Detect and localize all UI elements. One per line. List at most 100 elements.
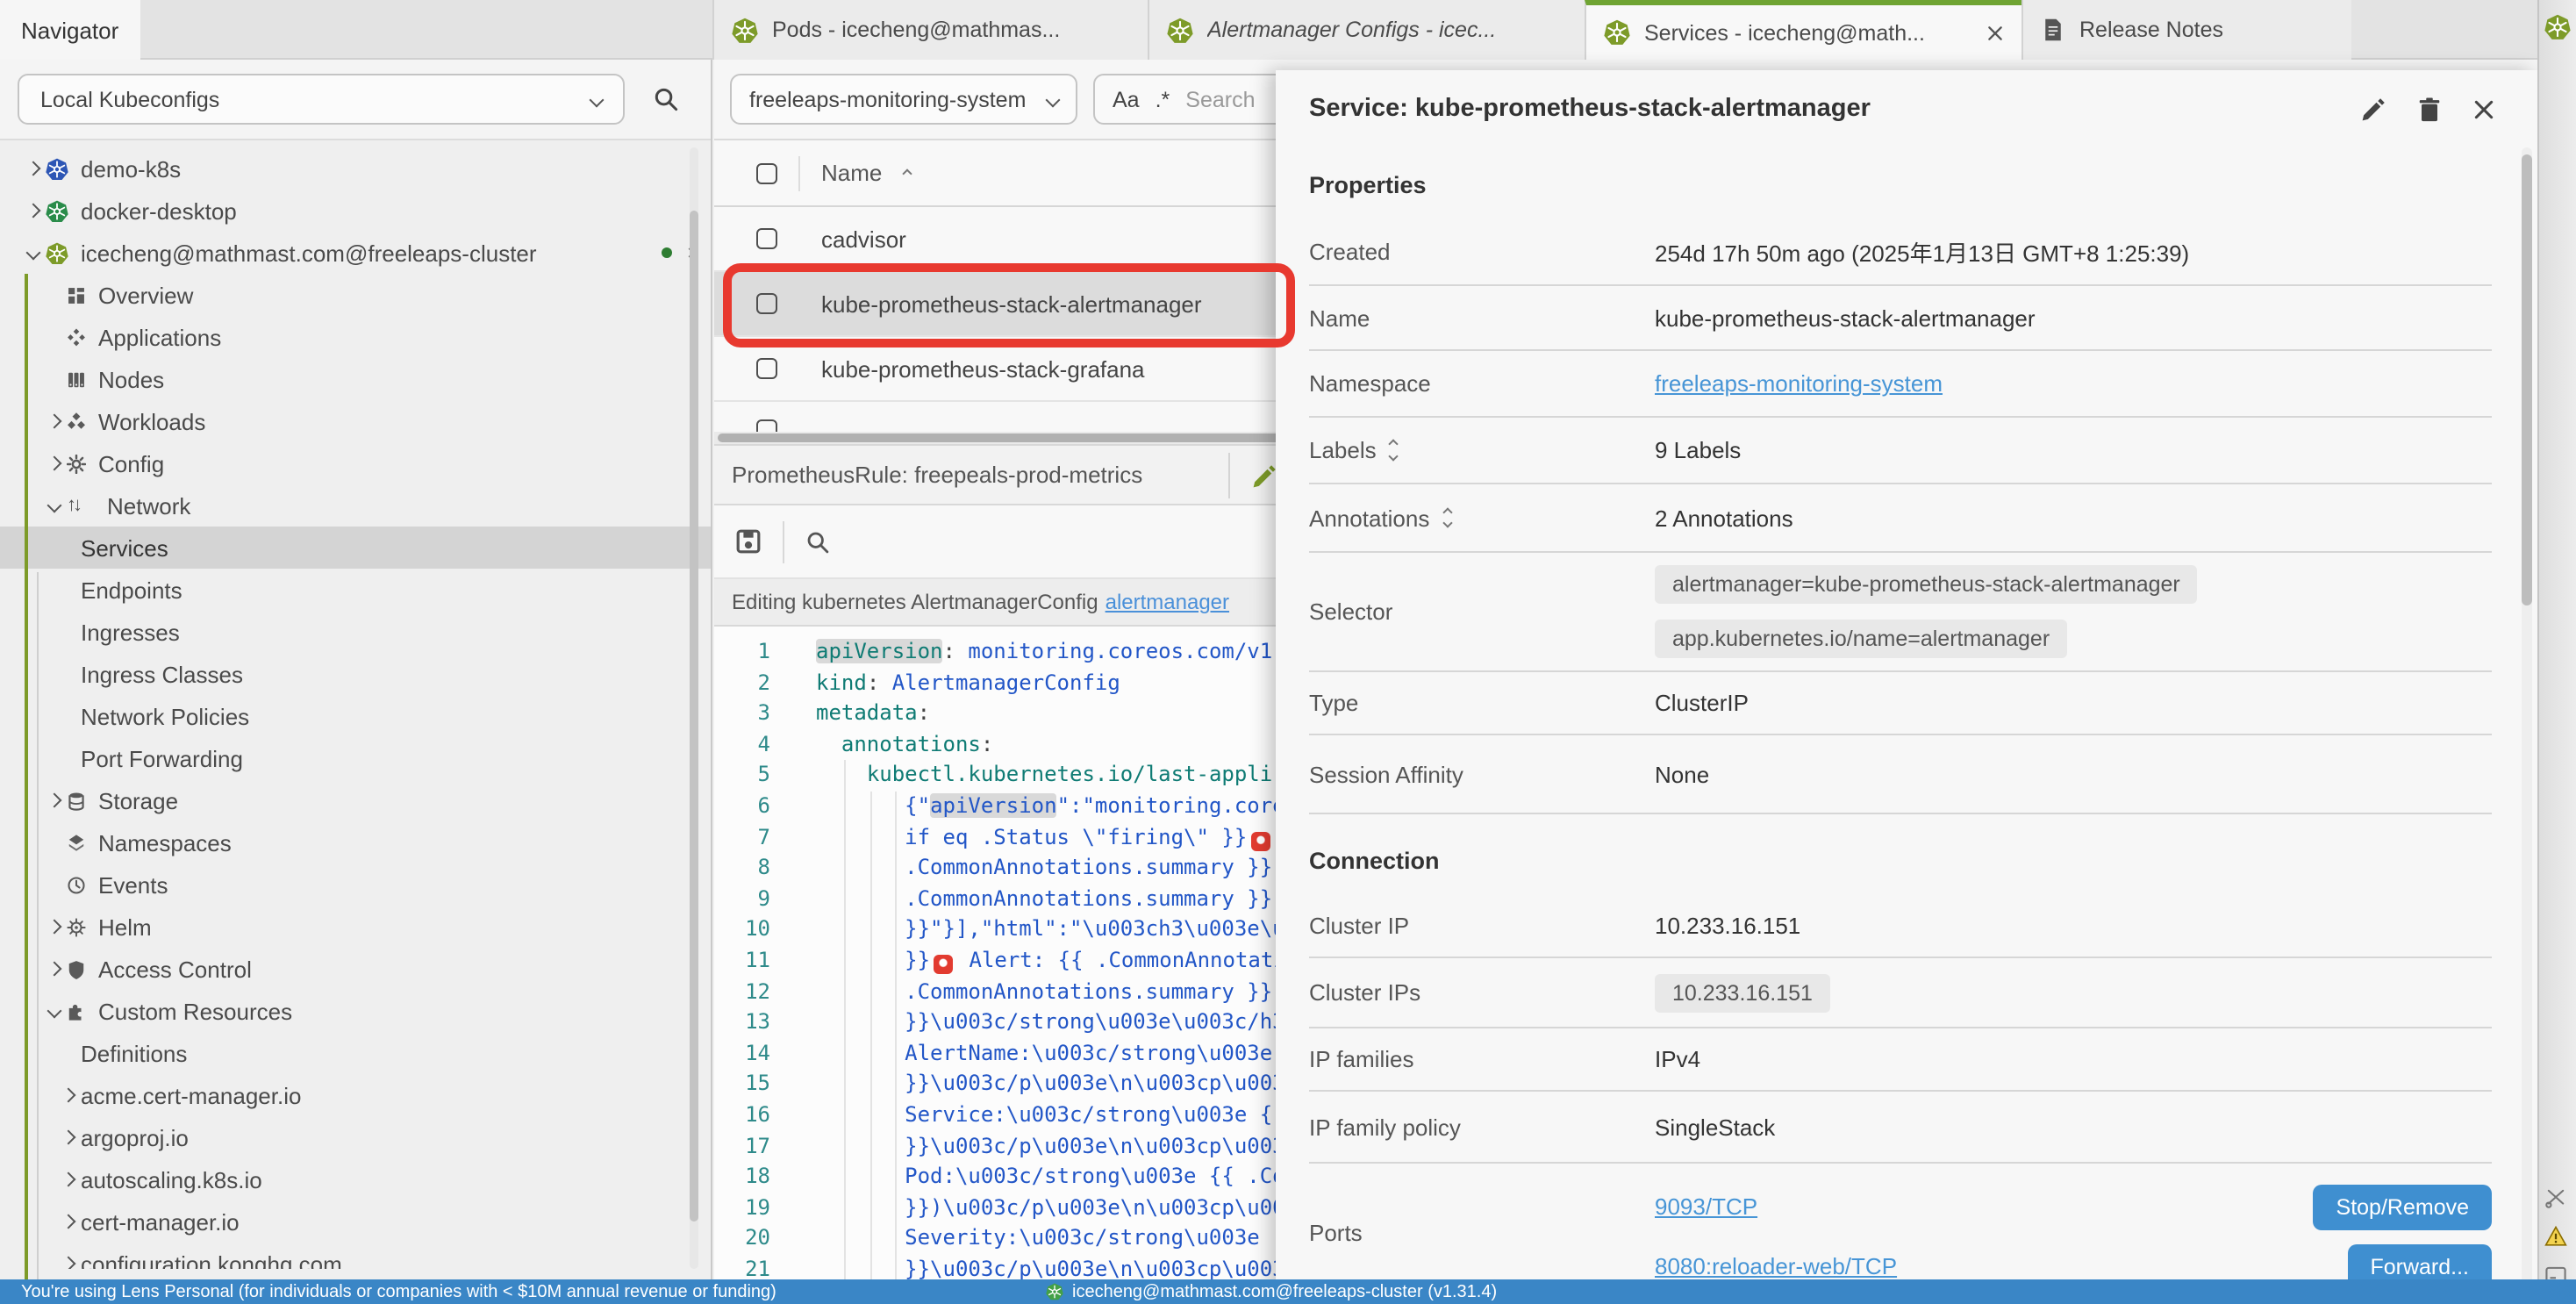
sidebar-item-namespaces[interactable]: Namespaces xyxy=(0,821,711,863)
tree-item-label: Network xyxy=(107,492,190,519)
chevron-right-icon[interactable] xyxy=(61,1130,76,1145)
chevron-right-icon[interactable] xyxy=(47,456,62,471)
chevron-right-icon[interactable] xyxy=(26,204,41,219)
row-checkbox[interactable] xyxy=(756,358,777,379)
kubeconfig-selector[interactable]: Local Kubeconfigs xyxy=(18,74,625,125)
chevron-right-icon[interactable] xyxy=(61,1172,76,1187)
lens-app-window: Navigator Pods - icecheng@mathmas... Aler… xyxy=(0,0,2576,1304)
sidebar-item-config[interactable]: Config xyxy=(0,442,711,484)
sidebar-item-argoproj-io[interactable]: argoproj.io xyxy=(0,1116,711,1158)
search-icon[interactable] xyxy=(805,529,830,554)
sidebar-item-docker-desktop[interactable]: docker-desktop xyxy=(0,190,711,232)
chevron-right-icon[interactable] xyxy=(61,1088,76,1103)
chevron-right-icon[interactable] xyxy=(61,1214,76,1229)
sidebar-item-network-policies[interactable]: Network Policies xyxy=(0,695,711,737)
sidebar-item-configuration-konghq-com[interactable]: configuration.konghq.com xyxy=(0,1243,711,1269)
navigator-label: Navigator xyxy=(21,17,118,43)
tree-item-label: Events xyxy=(98,871,168,898)
regex-icon[interactable]: .* xyxy=(1156,87,1170,111)
editor-tab[interactable]: Alertmanager Configs - icec... xyxy=(1148,0,1585,60)
chevron-right-icon[interactable] xyxy=(47,793,62,808)
sidebar-item-acme-cert-manager-io[interactable]: acme.cert-manager.io xyxy=(0,1074,711,1116)
delete-icon[interactable] xyxy=(2416,96,2443,122)
panel-title: Service: kube-prometheus-stack-alertmana… xyxy=(1309,95,1871,123)
namespace-selector[interactable]: freeleaps-monitoring-system xyxy=(730,74,1077,125)
navigator-panel-tab[interactable]: Navigator xyxy=(0,0,140,60)
indent-guide xyxy=(895,792,897,1286)
chevron-down-icon[interactable] xyxy=(47,1004,62,1019)
property-value: 10.233.16.151 xyxy=(1655,913,1800,939)
sidebar-item-ingresses[interactable]: Ingresses xyxy=(0,611,711,653)
editor-tab[interactable]: Services - icecheng@math... xyxy=(1585,0,2021,60)
sidebar-item-storage[interactable]: Storage xyxy=(0,779,711,821)
sort-toggle-icon[interactable] xyxy=(1391,441,1398,460)
sidebar-item-ingress-classes[interactable]: Ingress Classes xyxy=(0,653,711,695)
kubernetes-icon xyxy=(1604,19,1630,46)
chevron-down-icon[interactable] xyxy=(26,246,41,261)
property-value: SingleStack xyxy=(1655,1114,1775,1140)
row-checkbox[interactable] xyxy=(756,228,777,249)
sidebar-item-nodes[interactable]: Nodes xyxy=(0,358,711,400)
property-value: ClusterIP xyxy=(1655,690,1749,716)
indent-guide xyxy=(844,760,846,1286)
sidebar-item-overview[interactable]: Overview xyxy=(0,274,711,316)
port-link[interactable]: 9093/TCP xyxy=(1655,1193,1757,1220)
chevron-right-icon[interactable] xyxy=(47,920,62,935)
match-case-icon[interactable]: Aa xyxy=(1113,87,1140,111)
sidebar-item-services[interactable]: Services xyxy=(0,527,711,569)
select-all-checkbox[interactable] xyxy=(756,162,777,183)
panel-scrollbar[interactable] xyxy=(2522,147,2532,1290)
selector-badge: app.kubernetes.io/name=alertmanager xyxy=(1655,620,2067,658)
property-label: Labels xyxy=(1309,437,1655,463)
sidebar-item-demo-k8s[interactable]: demo-k8s xyxy=(0,147,711,190)
chevron-down-icon[interactable] xyxy=(47,498,62,513)
edit-icon[interactable] xyxy=(1251,463,1277,490)
name-column-header[interactable]: Name xyxy=(821,160,882,186)
connected-cluster-status[interactable]: icecheng@mathmast.com@freeleaps-cluster … xyxy=(1046,1282,1497,1301)
namespace-selector-value: freeleaps-monitoring-system xyxy=(749,87,1026,111)
sidebar-item-events[interactable]: Events xyxy=(0,863,711,906)
panel-header: Service: kube-prometheus-stack-alertmana… xyxy=(1276,70,2537,147)
sidebar-item-helm[interactable]: Helm xyxy=(0,906,711,948)
sidebar-item-applications[interactable]: Applications xyxy=(0,316,711,358)
sidebar-item-access-control[interactable]: Access Control xyxy=(0,948,711,990)
tab-label: Alertmanager Configs - icec... xyxy=(1207,18,1496,42)
property-label: Session Affinity xyxy=(1309,761,1655,787)
divider xyxy=(1228,453,1230,498)
chevron-right-icon[interactable] xyxy=(61,1257,76,1269)
chevron-right-icon[interactable] xyxy=(47,414,62,429)
sort-asc-icon[interactable] xyxy=(902,168,912,177)
sidebar-item-custom-resources[interactable]: Custom Resources xyxy=(0,990,711,1032)
sidebar-item-port-forwarding[interactable]: Port Forwarding xyxy=(0,737,711,779)
sidebar-item-cert-manager-io[interactable]: cert-manager.io xyxy=(0,1200,711,1243)
close-tab-icon[interactable] xyxy=(1986,24,2004,41)
kubernetes-icon xyxy=(1046,1283,1063,1300)
save-icon[interactable] xyxy=(735,528,762,555)
tree-item-label: Namespaces xyxy=(98,829,232,856)
column-divider xyxy=(798,155,800,190)
editor-tab[interactable]: Pods - icecheng@mathmas... xyxy=(712,0,1148,60)
close-icon[interactable] xyxy=(2472,97,2495,120)
sidebar-item-definitions[interactable]: Definitions xyxy=(0,1032,711,1074)
stop-remove-button[interactable]: Stop/Remove xyxy=(2314,1184,2492,1229)
editing-resource-link[interactable]: alertmanager xyxy=(1106,590,1229,614)
sidebar-item-autoscaling-k8s-io[interactable]: autoscaling.k8s.io xyxy=(0,1158,711,1200)
tree-item-label: docker-desktop xyxy=(81,197,237,224)
sidebar-item-workloads[interactable]: Workloads xyxy=(0,400,711,442)
search-icon[interactable] xyxy=(653,86,679,112)
edit-icon[interactable] xyxy=(2360,96,2386,122)
chevron-right-icon[interactable] xyxy=(47,962,62,977)
sidebar-item-icecheng-mathmast-com-freeleaps-cluster[interactable]: icecheng@mathmast.com@freeleaps-cluster xyxy=(0,232,711,274)
sidebar-item-network[interactable]: ↑↓Network xyxy=(0,484,711,527)
row-checkbox[interactable] xyxy=(756,419,777,432)
sidebar-scrollbar[interactable] xyxy=(690,147,698,1269)
indent-guide xyxy=(870,792,872,1286)
chevron-right-icon[interactable] xyxy=(26,161,41,176)
kubernetes-icon xyxy=(46,199,68,222)
tree-item-label: Custom Resources xyxy=(98,998,292,1024)
sort-toggle-icon[interactable] xyxy=(1443,509,1450,527)
port-link[interactable]: 8080:reloader-web/TCP xyxy=(1655,1253,1897,1279)
namespace-link[interactable]: freeleaps-monitoring-system xyxy=(1655,370,1943,397)
sidebar-item-endpoints[interactable]: Endpoints xyxy=(0,569,711,611)
editor-tab[interactable]: Release Notes xyxy=(2021,0,2351,60)
